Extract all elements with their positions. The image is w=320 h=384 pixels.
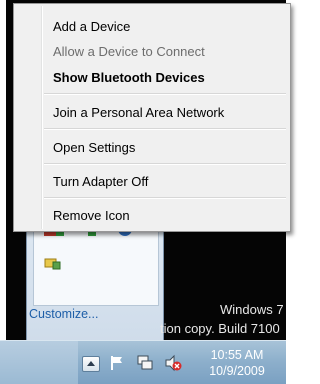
taskbar: 10:55 AM 10/9/2009 <box>0 340 286 384</box>
show-hidden-icons-button[interactable] <box>82 356 100 372</box>
action-center-flag-icon[interactable] <box>108 354 126 372</box>
menu-item-show-bluetooth-devices[interactable]: Show Bluetooth Devices <box>53 70 205 86</box>
menu-item-join-personal-area-network[interactable]: Join a Personal Area Network <box>53 105 224 121</box>
menu-icon-gutter <box>41 6 43 229</box>
customize-link[interactable]: Customize... <box>29 307 98 321</box>
watermark-windows-version: Windows 7 <box>220 302 284 317</box>
menu-separator <box>44 128 286 130</box>
menu-item-allow-device-to-connect[interactable]: Allow a Device to Connect <box>53 44 205 60</box>
menu-separator <box>44 197 286 199</box>
network-icon[interactable] <box>136 354 154 372</box>
bluetooth-context-menu: Add a Device Allow a Device to Connect S… <box>13 3 291 232</box>
menu-item-open-settings[interactable]: Open Settings <box>53 140 135 156</box>
clock-time: 10:55 AM <box>210 348 264 362</box>
clock-date: 10/9/2009 <box>209 364 265 378</box>
network-sharing-icon[interactable] <box>44 256 62 270</box>
menu-separator <box>44 163 286 165</box>
menu-separator <box>44 93 286 95</box>
taskbar-blank-area <box>0 341 78 384</box>
menu-item-remove-icon[interactable]: Remove Icon <box>53 208 130 224</box>
menu-item-add-device[interactable]: Add a Device <box>53 19 130 35</box>
volume-muted-icon[interactable] <box>164 354 182 372</box>
system-clock[interactable]: 10:55 AM 10/9/2009 <box>196 347 278 379</box>
window-edge <box>0 0 6 340</box>
watermark-build-info: tion copy. Build 7100 <box>160 321 280 336</box>
menu-item-turn-adapter-off[interactable]: Turn Adapter Off <box>53 174 148 190</box>
